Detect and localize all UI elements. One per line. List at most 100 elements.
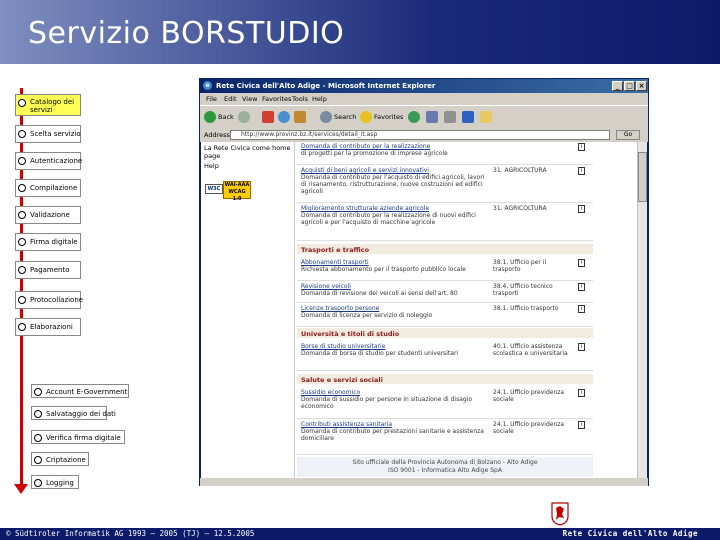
address-label: Address xyxy=(204,131,230,139)
step-elaborazioni[interactable]: Elaborazioni xyxy=(15,318,81,336)
back-button[interactable]: Back xyxy=(204,111,234,125)
service-desc: Domanda di licenza per servizio di noleg… xyxy=(301,312,433,319)
service-row: Sussidio economico Domanda di sussidio p… xyxy=(297,388,593,419)
substep-salvataggio[interactable]: Salvataggio dei dati xyxy=(31,406,116,420)
info-icon[interactable]: i xyxy=(578,421,585,429)
info-icon[interactable]: i xyxy=(578,167,585,175)
page-content: La Rete Civica come home page Help W3C W… xyxy=(201,142,647,478)
menu-tools[interactable]: Tools xyxy=(292,95,308,103)
address-bar: Address http://www.provinz.bz.it/service… xyxy=(200,129,648,142)
step-validazione[interactable]: Validazione xyxy=(15,206,81,224)
coat-of-arms-logo xyxy=(551,502,569,526)
service-row: Miglioramento strutturale aziende agrico… xyxy=(297,204,593,241)
edit-icon xyxy=(462,111,474,123)
mail-icon xyxy=(426,111,438,123)
address-input[interactable]: http://www.provinz.bz.it/services/detail… xyxy=(230,130,610,140)
favorites-button[interactable]: Favorites xyxy=(360,111,403,125)
service-desc: Richiesta abbonamento per il trasporto p… xyxy=(301,266,466,273)
home-button[interactable] xyxy=(294,111,308,125)
service-category: 24.1. Ufficio previdenza sociale xyxy=(493,421,565,435)
refresh-button[interactable] xyxy=(278,111,292,125)
service-desc: Domanda di borsa di studio per studenti … xyxy=(301,350,459,357)
status-bar xyxy=(200,478,648,486)
step-catalogo[interactable]: Catalogo dei servizi xyxy=(15,94,81,116)
minimize-icon[interactable]: _ xyxy=(612,81,623,91)
service-title[interactable]: Licenze trasporto persone xyxy=(301,305,487,312)
service-category: 38.1. Ufficio per il trasporto xyxy=(493,259,547,273)
service-desc: Domanda di contributo per prestazioni sa… xyxy=(301,428,484,442)
mail-button[interactable] xyxy=(426,111,440,125)
service-category: 31. AGRICOLTURA xyxy=(493,205,547,212)
slide-footer: © Südtiroler Informatik AG 1993 – 2005 (… xyxy=(0,528,720,540)
star-icon xyxy=(360,111,372,123)
substep-criptazione[interactable]: Criptazione xyxy=(31,452,89,466)
info-icon[interactable]: i xyxy=(578,389,585,397)
ie-icon: e xyxy=(203,81,212,90)
service-title[interactable]: Miglioramento strutturale aziende agrico… xyxy=(301,205,487,212)
maximize-icon[interactable]: □ xyxy=(624,81,635,91)
print-button[interactable] xyxy=(444,111,458,125)
edit-button[interactable] xyxy=(462,111,476,125)
process-arrow-line xyxy=(20,88,23,490)
go-button[interactable]: Go xyxy=(616,130,640,140)
menu-view[interactable]: View xyxy=(242,95,257,103)
stop-icon xyxy=(262,111,274,123)
step-firma-digitale[interactable]: Firma digitale xyxy=(15,233,81,251)
back-arrow-icon xyxy=(204,111,216,123)
history-icon xyxy=(408,111,420,123)
info-icon[interactable]: i xyxy=(578,205,585,213)
left-navigation: La Rete Civica come home page Help W3C W… xyxy=(201,142,295,478)
service-title[interactable]: Contributi assistenza sanitaria xyxy=(301,421,487,428)
close-icon[interactable]: × xyxy=(636,81,647,91)
service-row: Licenze trasporto persone Domanda di lic… xyxy=(297,304,593,327)
service-row: Borse di studio universitarie Domanda di… xyxy=(297,342,593,371)
stop-button[interactable] xyxy=(262,111,276,125)
service-category: 24.1. Ufficio previdenza sociale xyxy=(493,389,565,403)
forward-arrow-icon xyxy=(238,111,250,123)
step-autenticazione[interactable]: Autenticazione xyxy=(15,152,82,170)
history-button[interactable] xyxy=(408,111,422,125)
service-category: 38.4. Ufficio tecnico trasporti xyxy=(493,283,553,297)
service-title[interactable]: Abbonamenti trasporti xyxy=(301,259,487,266)
service-category: 31. AGRICOLTURA xyxy=(493,167,547,174)
service-title[interactable]: Sussidio economico xyxy=(301,389,487,396)
step-scelta-servizio[interactable]: Scelta servizio xyxy=(15,125,81,143)
info-icon[interactable]: i xyxy=(578,143,585,151)
step-compilazione[interactable]: Compilazione xyxy=(15,179,81,197)
page-title: Servizio BORSTUDIO xyxy=(28,16,345,51)
info-icon[interactable]: i xyxy=(578,305,585,313)
step-protocollazione[interactable]: Protocollazione xyxy=(15,291,83,309)
folder-button[interactable] xyxy=(480,111,494,125)
step-pagamento[interactable]: Pagamento xyxy=(15,261,81,279)
menu-bar: File Edit View Favorites Tools Help xyxy=(200,93,648,105)
w3c-badge: W3C xyxy=(205,184,223,194)
scrollbar-thumb[interactable] xyxy=(638,152,647,202)
substep-logging[interactable]: Logging xyxy=(31,475,79,489)
menu-edit[interactable]: Edit xyxy=(224,95,237,103)
service-title[interactable]: Borse di studio universitarie xyxy=(301,343,487,350)
slide-header: Servizio BORSTUDIO xyxy=(0,0,720,64)
vertical-scrollbar[interactable] xyxy=(637,142,647,478)
refresh-icon xyxy=(278,111,290,123)
home-page-link-cont[interactable]: page xyxy=(204,152,220,160)
info-icon[interactable]: i xyxy=(578,343,585,351)
folder-icon xyxy=(480,111,492,123)
substep-verifica-firma[interactable]: Verifica firma digitale xyxy=(31,430,125,444)
search-button[interactable]: Search xyxy=(320,111,356,125)
menu-file[interactable]: File xyxy=(206,95,217,103)
service-title[interactable]: Domanda di contributo per la realizzazio… xyxy=(301,143,487,150)
process-arrow-head xyxy=(14,484,28,494)
service-desc: Domanda di contributo per la realizzazio… xyxy=(301,212,476,226)
info-icon[interactable]: i xyxy=(578,283,585,291)
help-link[interactable]: Help xyxy=(204,162,219,170)
menu-help[interactable]: Help xyxy=(312,95,327,103)
substep-account[interactable]: Account E-Government xyxy=(31,384,129,398)
forward-button[interactable] xyxy=(238,111,252,125)
info-icon[interactable]: i xyxy=(578,259,585,267)
service-title[interactable]: Revisione veicoli xyxy=(301,283,487,290)
menu-favorites[interactable]: Favorites xyxy=(262,95,291,103)
home-page-link[interactable]: La Rete Civica come home xyxy=(204,144,291,152)
browser-toolbar: Back Search Favorites xyxy=(200,105,648,129)
service-title[interactable]: Acquisti di beni agricoli e servizi inno… xyxy=(301,167,487,174)
service-row: Domanda di contributo per la realizzazio… xyxy=(297,142,593,165)
